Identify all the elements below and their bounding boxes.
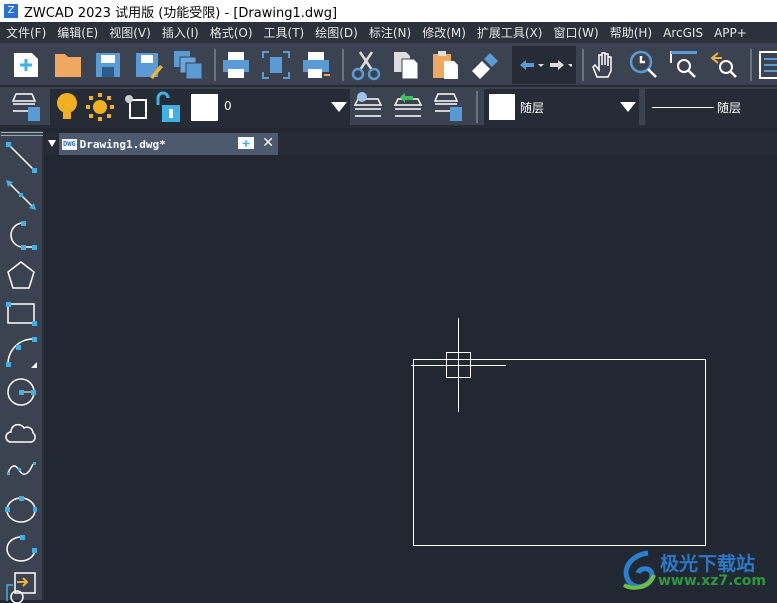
document-tab-bar: DWG Drawing1.dwg* ✕ xyxy=(46,132,777,155)
menu-draw[interactable]: 绘图(D) xyxy=(309,24,363,41)
arc-icon[interactable] xyxy=(5,336,37,368)
app-logo-icon: Z xyxy=(4,4,18,18)
menu-arcgis[interactable]: ArcGIS xyxy=(657,26,708,40)
print-preview-icon[interactable] xyxy=(260,49,292,81)
window-title: ZWCAD 2023 试用版 (功能受限) - [Drawing1.dwg] xyxy=(24,5,338,21)
match-properties-icon[interactable] xyxy=(470,49,502,81)
paste-icon[interactable] xyxy=(430,49,462,81)
spline-icon[interactable] xyxy=(5,453,37,485)
watermark-swirl-icon xyxy=(622,550,656,590)
dwg-file-icon: DWG xyxy=(62,138,77,150)
color-dropdown[interactable]: 随层 xyxy=(484,89,639,125)
menu-insert[interactable]: 插入(I) xyxy=(156,24,204,41)
ellipse-icon[interactable] xyxy=(5,493,37,525)
menu-modify[interactable]: 修改(M) xyxy=(416,24,471,41)
zoom-previous-icon[interactable] xyxy=(708,49,740,81)
menu-file[interactable]: 文件(F) xyxy=(0,24,51,41)
layer-viewport-freeze-icon[interactable] xyxy=(122,92,150,122)
separator xyxy=(214,49,216,81)
layer-unlock-icon[interactable] xyxy=(154,91,182,123)
open-folder-icon[interactable] xyxy=(52,49,84,81)
layer-freeze-sun-icon[interactable] xyxy=(86,92,114,122)
layer-color-swatch xyxy=(191,94,218,121)
linetype-preview xyxy=(652,107,714,108)
polygon-icon[interactable] xyxy=(5,259,37,291)
tab-label: Drawing1.dwg* xyxy=(79,137,166,151)
tab-list-dropdown-icon[interactable] xyxy=(48,140,56,147)
layer-states-icon[interactable] xyxy=(432,91,464,123)
layer-dropdown[interactable]: 0 xyxy=(50,89,350,125)
plot-icon[interactable] xyxy=(300,49,332,81)
draw-toolbar xyxy=(0,131,44,603)
print-icon[interactable] xyxy=(220,49,252,81)
layer-on-bulb-icon[interactable] xyxy=(54,92,80,122)
watermark-name: 极光下载站 xyxy=(660,553,756,575)
separator xyxy=(476,91,478,123)
separator xyxy=(750,49,752,81)
close-tab-icon[interactable]: ✕ xyxy=(262,135,274,151)
watermark-url: www.xz7.com xyxy=(658,573,766,589)
properties-panel-icon[interactable] xyxy=(758,49,777,81)
menu-bar: 文件(F) 编辑(E) 视图(V) 插入(I) 格式(O) 工具(T) 绘图(D… xyxy=(0,22,777,43)
ellipse-arc-icon[interactable] xyxy=(5,532,37,564)
linetype-value: 随层 xyxy=(717,101,742,115)
menu-edit[interactable]: 编辑(E) xyxy=(51,24,103,41)
save-all-icon[interactable] xyxy=(172,49,204,81)
drawn-rectangle[interactable] xyxy=(413,359,706,546)
crosshair-cursor xyxy=(411,318,506,412)
construction-line-icon[interactable] xyxy=(5,179,37,211)
chevron-down-icon[interactable] xyxy=(331,102,347,112)
separator xyxy=(342,49,344,81)
linetype-dropdown[interactable]: 随层 xyxy=(645,89,777,125)
save-icon[interactable] xyxy=(92,49,124,81)
insert-block-icon[interactable] xyxy=(5,571,37,603)
menu-extensions[interactable]: 扩展工具(X) xyxy=(471,24,548,41)
color-value: 随层 xyxy=(520,101,545,115)
undo-redo-icon[interactable] xyxy=(516,56,572,74)
layer-toolbar: 0 随层 随层 xyxy=(0,87,777,128)
rectangle-icon[interactable] xyxy=(5,299,37,331)
layer-name: 0 xyxy=(224,99,232,113)
pan-hand-icon[interactable] xyxy=(588,49,620,81)
revision-cloud-icon[interactable] xyxy=(5,416,37,448)
save-as-icon[interactable] xyxy=(132,49,164,81)
menu-help[interactable]: 帮助(H) xyxy=(604,24,657,41)
zoom-window-icon[interactable] xyxy=(668,49,700,81)
menu-dimension[interactable]: 标注(N) xyxy=(363,24,416,41)
title-bar: Z ZWCAD 2023 试用版 (功能受限) - [Drawing1.dwg] xyxy=(0,0,777,22)
color-swatch xyxy=(489,94,515,120)
line-icon[interactable] xyxy=(5,141,37,173)
menu-view[interactable]: 视图(V) xyxy=(103,24,156,41)
drawing-canvas[interactable] xyxy=(46,155,777,600)
menu-format[interactable]: 格式(O) xyxy=(204,24,258,41)
zoom-realtime-icon[interactable] xyxy=(628,49,660,81)
toolbar-grip[interactable] xyxy=(1,132,43,136)
copy-icon[interactable] xyxy=(390,49,422,81)
menu-window[interactable]: 窗口(W) xyxy=(548,24,604,41)
standard-toolbar xyxy=(0,43,777,87)
polyline-icon[interactable] xyxy=(5,219,37,251)
watermark-logo: 极光下载站 www.xz7.com xyxy=(618,545,777,595)
menu-app-plus[interactable]: APP+ xyxy=(708,26,752,40)
new-tab-icon[interactable] xyxy=(238,137,254,149)
menu-tools[interactable]: 工具(T) xyxy=(258,24,310,41)
cut-icon[interactable] xyxy=(350,49,382,81)
make-object-layer-current-icon[interactable] xyxy=(352,91,384,123)
undo-redo-group xyxy=(512,46,576,84)
separator xyxy=(582,49,584,81)
layer-manager-icon[interactable] xyxy=(10,91,42,123)
layer-previous-icon[interactable] xyxy=(392,91,424,123)
circle-icon[interactable] xyxy=(5,376,37,408)
chevron-down-icon[interactable] xyxy=(620,102,636,112)
new-file-icon[interactable] xyxy=(10,49,42,81)
